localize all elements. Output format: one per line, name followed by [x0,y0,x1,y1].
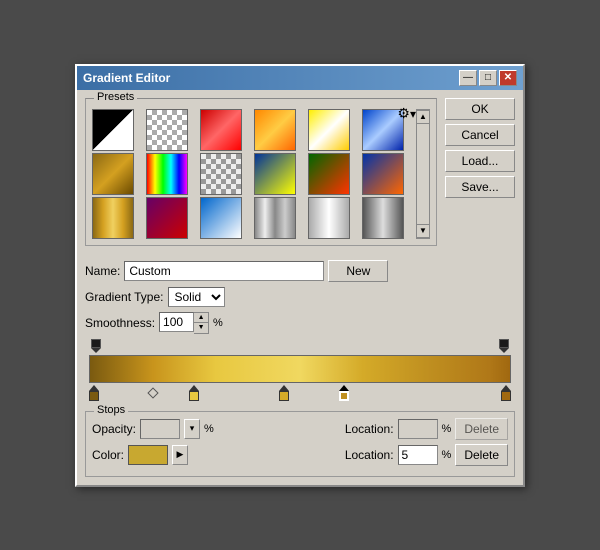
smoothness-row: Smoothness: ▲ ▼ % [85,312,515,334]
preset-rainbow[interactable] [146,153,188,195]
opacity-stop-triangle-right [499,348,509,353]
title-bar-buttons: — □ ✕ [459,70,517,86]
preset-black-white[interactable] [92,109,134,151]
color-stops-controls-row: Color: ▶ Location: % Delete [92,444,508,466]
gradient-type-label: Gradient Type: [85,290,164,304]
presets-grid [92,109,414,239]
gradient-section [85,339,515,405]
preset-checker2[interactable] [200,153,242,195]
preset-green-red[interactable] [308,153,350,195]
color-arrow-button[interactable]: ▶ [172,445,188,465]
color-stop-3-square [339,391,349,401]
opacity-stops-row [89,339,511,355]
opacity-stop-right[interactable] [499,339,509,353]
stops-group-label: Stops [94,404,128,416]
gradient-bar[interactable] [89,355,511,383]
opacity-input [140,419,180,439]
opacity-arrow-button[interactable]: ▾ [184,419,200,439]
preset-silver3[interactable] [362,197,404,239]
opacity-percent: % [204,423,214,435]
minimize-button[interactable]: — [459,70,477,86]
color-stop-0[interactable] [89,385,99,401]
delete-opacity-button[interactable]: Delete [455,418,508,440]
presets-group: Presets [85,98,437,246]
preset-blue-yellow[interactable] [254,153,296,195]
presets-container: ▲ ▼ [92,109,430,239]
opacity-stop-left[interactable] [91,339,101,353]
stops-group: Stops Opacity: ▾ % Location: % Delete Co… [85,411,515,477]
left-panel: Presets [85,98,437,252]
maximize-button[interactable]: □ [479,70,497,86]
smoothness-input[interactable] [159,312,194,332]
scroll-down-button[interactable]: ▼ [416,224,430,238]
gradient-type-row: Gradient Type: Solid Noise [85,287,515,307]
ok-button[interactable]: OK [445,98,515,120]
smoothness-spinner-btns: ▲ ▼ [194,312,209,334]
preset-brown[interactable] [92,153,134,195]
preset-checker[interactable] [146,109,188,151]
name-label: Name: [85,264,120,278]
presets-label: Presets [94,91,137,103]
smoothness-percent: % [213,317,223,329]
color-stop-3[interactable] [339,385,349,401]
smoothness-down-button[interactable]: ▼ [194,323,208,333]
smoothness-up-button[interactable]: ▲ [194,313,208,323]
color-stop-4[interactable] [501,385,511,401]
color-label: Color: [92,448,124,462]
color-stop-1-square [189,391,199,401]
presets-gear-button[interactable]: ⚙▾ [397,105,416,122]
opacity-stops-controls-row: Opacity: ▾ % Location: % Delete [92,418,508,440]
bottom-panel: Name: New Gradient Type: Solid Noise Smo… [77,260,523,485]
delete-color-button[interactable]: Delete [455,444,508,466]
opacity-stop-square-right [499,339,509,348]
name-row: Name: New [85,260,515,282]
gradient-editor-dialog: Gradient Editor — □ ✕ Presets [75,64,525,487]
color-swatch[interactable] [128,445,168,465]
title-bar: Gradient Editor — □ ✕ [77,66,523,90]
new-button[interactable]: New [328,260,388,282]
gradient-type-select[interactable]: Solid Noise [168,287,225,307]
preset-gold[interactable] [92,197,134,239]
color-stop-2-square [279,391,289,401]
preset-blue-orange[interactable] [362,153,404,195]
color-stop-4-square [501,391,511,401]
preset-orange[interactable] [254,109,296,151]
preset-silver2[interactable] [308,197,350,239]
name-input[interactable] [124,261,324,281]
location-label-2: Location: [345,448,394,462]
color-stop-1[interactable] [189,385,199,401]
smoothness-label: Smoothness: [85,316,155,330]
dialog-body: Presets [77,90,523,260]
smoothness-spinner: ▲ ▼ [159,312,209,334]
location-percent-1: % [442,423,452,435]
color-stop-0-square [89,391,99,401]
opacity-stop-triangle-left [91,348,101,353]
preset-purple-red[interactable] [146,197,188,239]
gradient-bar-container [89,355,511,385]
location-input-2[interactable] [398,445,438,465]
location-label-1: Location: [345,422,394,436]
preset-yellow[interactable] [308,109,350,151]
preset-silver1[interactable] [254,197,296,239]
location-percent-2: % [442,449,452,461]
preset-blue-white[interactable] [200,197,242,239]
opacity-stop-square-left [91,339,101,348]
dialog-title: Gradient Editor [83,71,170,85]
load-button[interactable]: Load... [445,150,515,172]
presets-scrollbar: ▲ ▼ [416,109,430,239]
save-button[interactable]: Save... [445,176,515,198]
right-panel: OK Cancel Load... Save... [445,98,515,252]
location-input-1 [398,419,438,439]
close-button[interactable]: ✕ [499,70,517,86]
color-stop-2[interactable] [279,385,289,401]
color-stops-row [89,385,511,405]
opacity-label: Opacity: [92,422,136,436]
cancel-button[interactable]: Cancel [445,124,515,146]
scroll-up-button[interactable]: ▲ [416,110,430,124]
midpoint-diamond[interactable] [147,387,158,398]
gear-icon: ⚙ [397,105,410,121]
preset-red[interactable] [200,109,242,151]
